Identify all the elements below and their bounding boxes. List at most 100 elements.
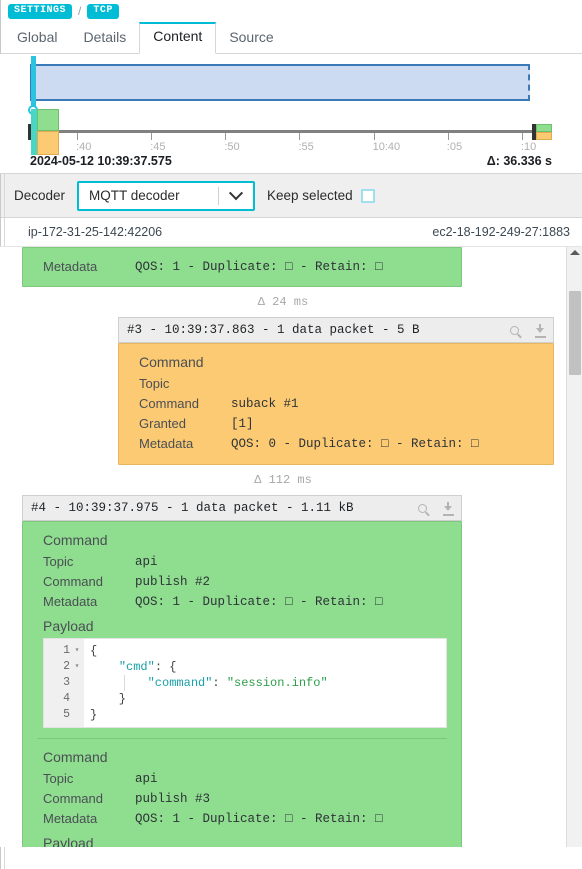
command-row-topic: Topic api xyxy=(23,769,461,789)
tab-source[interactable]: Source xyxy=(216,25,286,53)
command-row-command: Command publish #2 xyxy=(23,572,461,592)
download-icon[interactable] xyxy=(527,317,553,343)
timeline-tick-label: :45 xyxy=(150,141,166,153)
scrollbar-thumb[interactable] xyxy=(569,291,581,375)
delta-separator: Δ 24 ms xyxy=(257,295,309,309)
code-line: { xyxy=(90,644,98,658)
row-value: [1] xyxy=(231,417,254,431)
gutter-line: 4 xyxy=(44,691,84,707)
timeline-tick: 10:40 xyxy=(372,133,402,153)
breadcrumb: SETTINGS / TCP xyxy=(0,0,582,22)
code-line: "command": "session.info" xyxy=(147,676,328,690)
timeline-tick: :40 xyxy=(76,133,92,153)
gutter-line: 3 xyxy=(44,675,84,691)
command-row-metadata: Metadata QOS: 1 - Duplicate: □ - Retain:… xyxy=(23,809,461,829)
row-value: api xyxy=(135,555,158,569)
gutter-line: 5 xyxy=(44,707,84,723)
metadata-value: QOS: 1 - Duplicate: □ - Retain: □ xyxy=(135,260,383,274)
editor-code[interactable]: { "cmd": { "command": "session.info" } } xyxy=(84,639,446,727)
tab-bar: Global Details Content Source xyxy=(0,22,582,54)
command-row-command: Command suback #1 xyxy=(119,394,553,414)
vertical-scrollbar[interactable] xyxy=(566,247,582,847)
fold-toggle-icon[interactable]: ▾ xyxy=(73,643,81,659)
timeline-left-handle[interactable] xyxy=(31,56,36,109)
row-key: Topic xyxy=(139,376,170,391)
metadata-key: Metadata xyxy=(43,259,98,274)
indent-guide xyxy=(124,675,125,691)
timeline-delta-label: Δ: 36.336 s xyxy=(486,154,552,168)
timeline-tick-label: :05 xyxy=(446,141,463,153)
packet-header-3[interactable]: #3 - 10:39:37.863 - 1 data packet - 5 B xyxy=(118,317,554,343)
timeline-tick-label: :55 xyxy=(298,141,314,153)
row-value: api xyxy=(135,772,158,786)
packet-stream: Metadata QOS: 1 - Duplicate: □ - Retain:… xyxy=(0,247,582,847)
command-row-metadata: Metadata QOS: 0 - Duplicate: □ - Retain:… xyxy=(119,434,553,454)
decoder-select-value: MQTT decoder xyxy=(89,188,180,203)
command-title: Command xyxy=(43,532,108,548)
breadcrumb-item-settings[interactable]: SETTINGS xyxy=(8,3,73,19)
line-number: 5 xyxy=(63,708,70,721)
search-icon[interactable] xyxy=(409,495,435,521)
message-block-publish[interactable]: Command Topic api Command publish #2 Met… xyxy=(22,521,462,847)
decoder-label: Decoder xyxy=(14,188,66,203)
row-key: Topic xyxy=(43,771,74,786)
row-key: Topic xyxy=(43,554,74,569)
command-row-granted: Granted [1] xyxy=(119,414,553,434)
row-key: Command xyxy=(139,396,199,411)
timeline-ticks: :40 :45 :50 :55 10:40 :05 :10 xyxy=(8,133,574,155)
packet-header-4[interactable]: #4 - 10:39:37.975 - 1 data packet - 1.11… xyxy=(22,495,462,521)
row-key: Metadata xyxy=(43,811,98,826)
payload-label: Payload xyxy=(43,835,94,847)
search-icon[interactable] xyxy=(501,317,527,343)
metadata-row: Metadata QOS: 1 - Duplicate: □ - Retain:… xyxy=(23,257,461,277)
timeline-outbound-bar-start xyxy=(37,109,59,131)
delta-separator: Δ 112 ms xyxy=(254,473,312,487)
editor-gutter: 1 ▾ 2 ▾ 3 4 5 xyxy=(44,639,84,727)
command-title: Command xyxy=(139,354,204,370)
message-block-suback[interactable]: Command Topic Command suback #1 Granted … xyxy=(118,343,554,465)
tab-details[interactable]: Details xyxy=(70,25,139,53)
command-section: Command Topic Command suback #1 Granted … xyxy=(119,344,553,464)
timeline-tick: :45 xyxy=(150,133,166,153)
timeline-tick-label: :50 xyxy=(224,141,240,153)
row-key: Command xyxy=(43,791,103,806)
download-icon[interactable] xyxy=(435,495,461,521)
command-row-topic: Topic api xyxy=(23,552,461,572)
payload-label: Payload xyxy=(43,618,94,634)
gutter-line: 1 ▾ xyxy=(44,643,84,659)
timeline-tick-label: 10:40 xyxy=(372,141,401,153)
line-number: 1 xyxy=(63,644,70,657)
breadcrumb-item-tcp[interactable]: TCP xyxy=(87,3,119,19)
line-number: 4 xyxy=(63,692,70,705)
timeline[interactable]: :40 :45 :50 :55 10:40 :05 :10 2024-05-12… xyxy=(0,54,582,174)
row-value: publish #2 xyxy=(135,575,211,589)
tab-content[interactable]: Content xyxy=(139,22,217,54)
timeline-outbound-bar-end xyxy=(536,124,552,132)
content-scroll-area[interactable]: Metadata QOS: 1 - Duplicate: □ - Retain:… xyxy=(0,246,582,847)
line-number: 2 xyxy=(63,660,70,673)
tab-global[interactable]: Global xyxy=(4,25,70,53)
app-window: SETTINGS / TCP Global Details Content So… xyxy=(0,0,582,869)
command-row-metadata: Metadata QOS: 1 - Duplicate: □ - Retain:… xyxy=(23,592,461,612)
fold-toggle-icon[interactable]: ▾ xyxy=(73,659,81,675)
scroll-up-arrow-icon[interactable] xyxy=(570,250,580,255)
command-section-publish3: Command Topic api Command publish #3 Met… xyxy=(23,739,461,847)
timeline-start-label: 2024-05-12 10:39:37.575 xyxy=(30,154,172,168)
row-value: suback #1 xyxy=(231,397,299,411)
breadcrumb-separator: / xyxy=(78,4,82,18)
code-line: } xyxy=(90,708,98,722)
row-key: Granted xyxy=(139,416,186,431)
timeline-tick: :10 xyxy=(521,133,537,153)
payload-editor[interactable]: 1 ▾ 2 ▾ 3 4 5 { "cmd": { "command": "sessi… xyxy=(43,638,447,728)
timeline-tick: :50 xyxy=(224,133,240,153)
gutter-line: 2 ▾ xyxy=(44,659,84,675)
chevron-down-icon[interactable] xyxy=(219,185,253,201)
command-section-publish2: Command Topic api Command publish #2 Met… xyxy=(23,522,461,738)
row-value: QOS: 1 - Duplicate: □ - Retain: □ xyxy=(135,595,383,609)
message-block-metadata[interactable]: Metadata QOS: 1 - Duplicate: □ - Retain:… xyxy=(22,247,462,287)
timeline-selection-range[interactable] xyxy=(30,64,530,101)
row-value: QOS: 0 - Duplicate: □ - Retain: □ xyxy=(231,437,479,451)
keep-selected-checkbox[interactable] xyxy=(360,188,375,203)
row-value: publish #3 xyxy=(135,792,211,806)
decoder-select[interactable]: MQTT decoder xyxy=(77,180,256,211)
